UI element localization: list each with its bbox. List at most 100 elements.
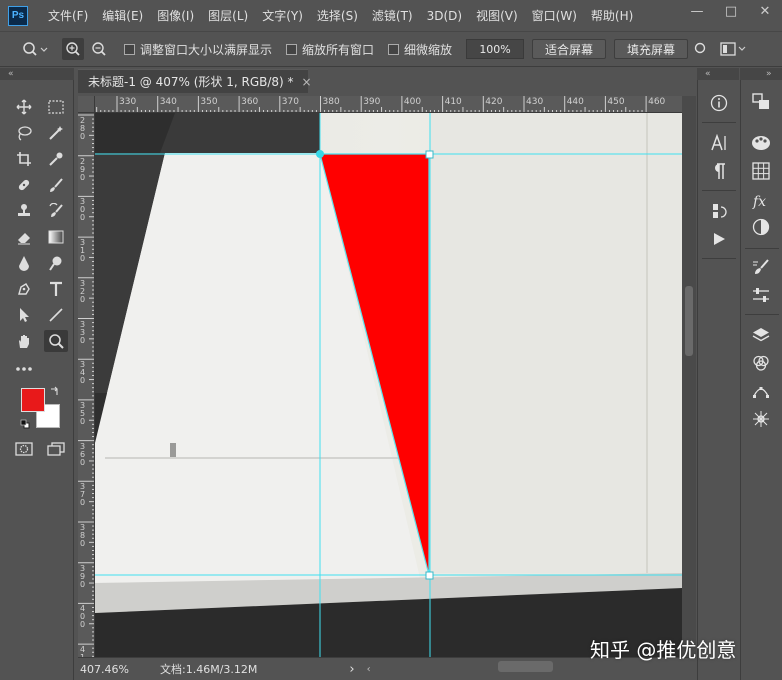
adjustments-icon[interactable] xyxy=(749,216,773,238)
menu-bar: Ps 文件(F) 编辑(E) 图像(I) 图层(L) 文字(Y) 选择(S) 滤… xyxy=(0,0,782,31)
menu-select[interactable]: 选择(S) xyxy=(317,7,358,24)
line-tool-icon[interactable] xyxy=(44,304,68,326)
minimize-button[interactable]: — xyxy=(680,0,714,22)
toolbar-collapse-bar[interactable]: « xyxy=(0,68,74,80)
channels-icon[interactable] xyxy=(749,352,773,374)
clone-stamp-icon[interactable] xyxy=(12,200,36,222)
shelf-edge xyxy=(160,113,320,153)
panel-collapse-bar-2[interactable]: » xyxy=(740,68,782,80)
menu-window[interactable]: 窗口(W) xyxy=(532,7,577,24)
zoom-percent-field[interactable]: 100% xyxy=(466,39,525,59)
panel-collapse-bar-1[interactable]: « xyxy=(697,68,739,80)
search-icon[interactable] xyxy=(694,42,708,56)
swatches-grid-icon[interactable] xyxy=(749,160,773,182)
swap-colors-icon[interactable] xyxy=(48,384,62,398)
actions-icon[interactable] xyxy=(707,200,731,222)
brushes-icon[interactable] xyxy=(749,256,773,278)
paragraph-icon[interactable] xyxy=(707,160,731,182)
menu-filter[interactable]: 滤镜(T) xyxy=(372,7,413,24)
close-tab-icon[interactable]: × xyxy=(302,75,312,89)
document-tab[interactable]: 未标题-1 @ 407% (形状 1, RGB/8) * × xyxy=(78,69,312,93)
zoom-tool-icon[interactable] xyxy=(44,330,68,352)
zoom-level-readout[interactable]: 407.46% xyxy=(80,663,150,676)
properties-sliders-icon[interactable] xyxy=(749,284,773,306)
horizontal-ruler[interactable]: 330 340 350 360 370 380 390 400 410 420 430 440 450 4… xyxy=(95,96,682,113)
checkbox-box[interactable] xyxy=(388,43,400,55)
zoom-all-windows-checkbox[interactable]: 缩放所有窗口 xyxy=(286,41,374,58)
color-panel-icon[interactable] xyxy=(749,90,773,112)
checkbox-box[interactable] xyxy=(124,43,135,55)
menu-edit[interactable]: 编辑(E) xyxy=(102,7,143,24)
dodge-tool-icon[interactable] xyxy=(44,252,68,274)
ruler-label: 3 4 0 xyxy=(80,360,86,386)
default-colors-icon[interactable] xyxy=(18,417,32,431)
vertical-scrollbar[interactable] xyxy=(682,96,696,657)
paths-icon[interactable] xyxy=(749,380,773,402)
magic-wand-icon[interactable] xyxy=(44,122,68,144)
ruler-label: 400 xyxy=(403,97,422,107)
checkbox-box[interactable] xyxy=(286,43,298,55)
blur-tool-icon[interactable] xyxy=(12,252,36,274)
move-tool[interactable] xyxy=(12,96,36,118)
more-tools-icon[interactable] xyxy=(12,358,36,380)
character-icon[interactable] xyxy=(707,132,731,154)
styles-fx-icon[interactable]: fx xyxy=(749,190,773,212)
pen-tool-icon[interactable] xyxy=(12,278,36,300)
menu-3d[interactable]: 3D(D) xyxy=(427,9,462,23)
play-icon[interactable] xyxy=(707,228,731,250)
eraser-icon[interactable] xyxy=(12,226,36,248)
zoom-in-icon[interactable] xyxy=(62,38,84,60)
vertical-scroll-thumb[interactable] xyxy=(685,286,693,356)
crop-tool[interactable] xyxy=(12,148,36,170)
workspace-icon[interactable] xyxy=(720,42,746,56)
menu-view[interactable]: 视图(V) xyxy=(476,7,518,24)
menu-image[interactable]: 图像(I) xyxy=(157,7,194,24)
resize-windows-checkbox[interactable]: 调整窗口大小以满屏显示 xyxy=(124,41,272,58)
scrubby-zoom-checkbox[interactable]: 细微缩放 xyxy=(388,41,452,58)
3d-icon[interactable] xyxy=(749,408,773,430)
swatches-palette-icon[interactable] xyxy=(749,132,773,154)
menu-help[interactable]: 帮助(H) xyxy=(591,7,633,24)
path-selection-icon[interactable] xyxy=(12,304,36,326)
fill-screen-button[interactable]: 填充屏幕 xyxy=(614,39,689,59)
foreground-color-swatch[interactable] xyxy=(21,388,45,412)
ruler-label: 350 xyxy=(200,97,218,107)
ruler-label: 3 7 0 xyxy=(80,482,86,508)
fit-screen-button[interactable]: 适合屏幕 xyxy=(532,39,607,59)
scroll-left-arrow[interactable]: ‹ xyxy=(367,664,371,675)
maximize-button[interactable]: □ xyxy=(714,0,748,22)
anchor-point-bottom[interactable] xyxy=(425,571,434,580)
brush-tool-icon[interactable] xyxy=(44,174,68,196)
menu-layer[interactable]: 图层(L) xyxy=(208,7,248,24)
gradient-icon[interactable] xyxy=(44,226,68,248)
zoom-out-icon[interactable] xyxy=(88,38,110,60)
history-brush-icon[interactable] xyxy=(44,200,68,222)
anchor-point-top-right[interactable] xyxy=(425,150,434,159)
hand-tool-icon[interactable] xyxy=(12,330,36,352)
quick-mask-icon[interactable] xyxy=(12,438,36,460)
layers-icon[interactable] xyxy=(749,324,773,346)
type-tool-icon[interactable] xyxy=(44,278,68,300)
ruler-origin[interactable] xyxy=(78,96,95,113)
ruler-label: 3 2 0 xyxy=(80,278,86,304)
document-size-readout: 文档:1.46M/3.12M xyxy=(160,663,258,676)
lasso-tool[interactable] xyxy=(12,122,36,144)
status-menu-arrow[interactable]: › xyxy=(349,662,354,677)
healing-brush-icon[interactable] xyxy=(12,174,36,196)
menu-type[interactable]: 文字(Y) xyxy=(262,7,303,24)
horizontal-scroll-thumb[interactable] xyxy=(498,661,553,672)
ruler-label: 3 8 0 xyxy=(80,523,86,548)
ruler-label: 2 9 0 xyxy=(80,156,86,182)
anchor-point-top-left[interactable] xyxy=(316,150,324,158)
menu-file[interactable]: 文件(F) xyxy=(48,7,88,24)
close-button[interactable]: ✕ xyxy=(748,0,782,22)
ruler-label: 4 1 0 xyxy=(80,645,86,657)
ruler-label: 450 xyxy=(607,97,625,107)
info-icon[interactable] xyxy=(707,92,731,114)
screen-mode-icon[interactable] xyxy=(44,438,68,460)
eyedropper-icon[interactable] xyxy=(44,148,68,170)
marquee-tool[interactable] xyxy=(44,96,68,118)
zoom-tool-preset-icon[interactable] xyxy=(22,41,48,57)
vertical-ruler[interactable]: 2 8 0 2 9 0 3 0 0 3 1 0 3 2 0 3 3 0 3 4 0 3 5 0… xyxy=(78,113,95,657)
canvas[interactable] xyxy=(95,113,682,657)
